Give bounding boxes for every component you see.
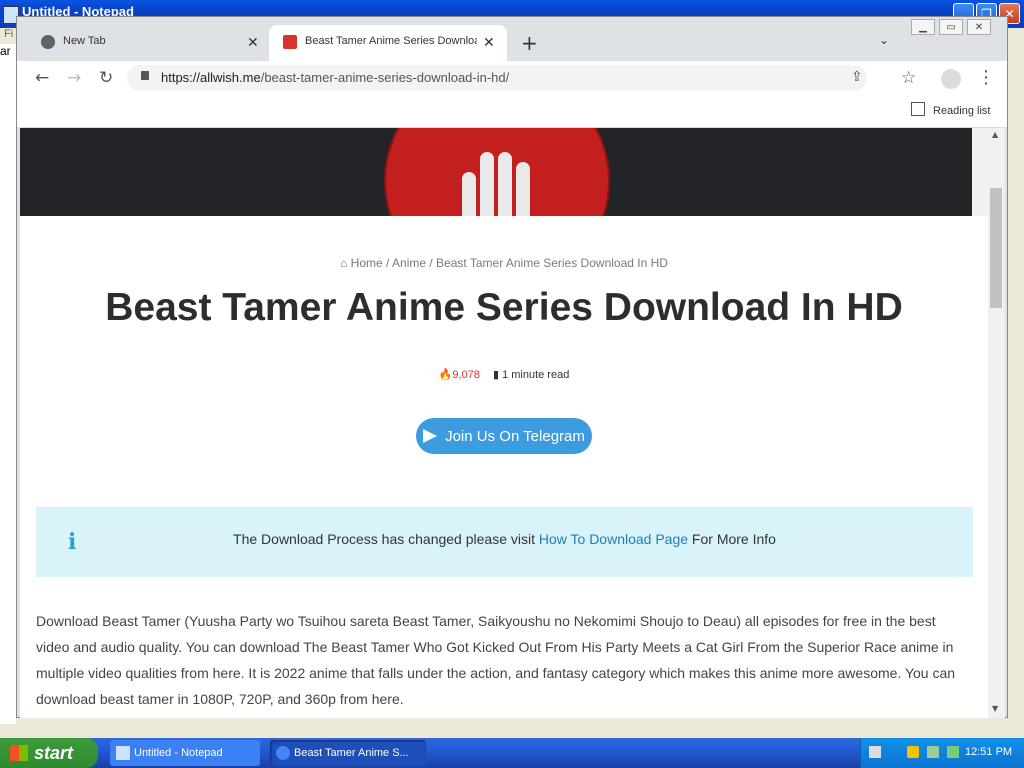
join-telegram-button[interactable]: Join Us On Telegram: [416, 418, 592, 454]
minimize-button[interactable]: ▁: [911, 19, 935, 35]
notepad-text-area[interactable]: ar: [0, 44, 16, 724]
browser-toolbar: ← → ↻ https://allwish.me/beast-tamer-ani…: [17, 61, 1007, 95]
tab-new-tab[interactable]: New Tab ✕: [27, 25, 267, 61]
reload-icon[interactable]: ↻: [99, 68, 113, 88]
bookmark-star-icon[interactable]: ☆: [901, 68, 916, 88]
views-count: 🔥9,078: [438, 369, 480, 381]
close-tab-icon[interactable]: ✕: [483, 34, 495, 51]
new-tab-button[interactable]: +: [521, 31, 538, 55]
browser-window: New Tab ✕ Beast Tamer Anime Series Downl…: [16, 16, 1008, 718]
system-tray: 12:51 PM: [860, 738, 1024, 768]
taskbar: start Untitled - Notepad Beast Tamer Ani…: [0, 738, 1024, 768]
breadcrumb-current: Beast Tamer Anime Series Download In HD: [436, 256, 668, 270]
page-viewport[interactable]: ⌂ Home / Anime / Beast Tamer Anime Serie…: [20, 128, 988, 718]
tab-label: New Tab: [63, 35, 106, 47]
clock[interactable]: 12:51 PM: [965, 746, 1012, 758]
url-text: https://allwish.me/beast-tamer-anime-ser…: [161, 70, 510, 85]
tab-label: Beast Tamer Anime Series Download In HD: [305, 35, 477, 47]
chrome-icon: [276, 746, 290, 760]
windows-logo-icon: [10, 745, 28, 761]
inner-scrollbar[interactable]: [972, 128, 988, 216]
kebab-menu-icon[interactable]: ⋮: [977, 67, 995, 88]
network-icon[interactable]: [927, 746, 939, 758]
scroll-up-arrow-icon[interactable]: ▲: [992, 130, 998, 139]
notepad-icon: [116, 746, 130, 760]
breadcrumb-home[interactable]: Home: [351, 256, 383, 270]
reading-list-button[interactable]: Reading list: [911, 102, 990, 117]
breadcrumb-anime[interactable]: Anime: [392, 256, 426, 270]
address-bar[interactable]: https://allwish.me/beast-tamer-anime-ser…: [127, 65, 867, 91]
start-button[interactable]: start: [0, 738, 98, 768]
lock-icon: [141, 71, 149, 80]
share-icon[interactable]: ⇪: [851, 69, 863, 85]
scrollbar-thumb[interactable]: [990, 188, 1002, 308]
globe-icon: [41, 35, 55, 49]
download-process-notice: i The Download Process has changed pleas…: [36, 507, 973, 577]
taskbar-item-chrome[interactable]: Beast Tamer Anime S...: [270, 740, 426, 766]
tab-strip: New Tab ✕ Beast Tamer Anime Series Downl…: [17, 17, 1007, 61]
keyboard-icon[interactable]: [869, 746, 881, 758]
page-scrollbar[interactable]: ▲ ▼: [988, 128, 1005, 718]
home-icon: ⌂: [340, 256, 351, 270]
tab-search-chevron-icon[interactable]: ⌄: [879, 33, 889, 47]
back-arrow-icon[interactable]: ←: [35, 68, 49, 88]
maximize-button[interactable]: ▭: [939, 19, 963, 35]
logo-hand-icon: [462, 138, 548, 216]
page-title: Beast Tamer Anime Series Download In HD: [105, 286, 903, 329]
close-button[interactable]: ✕: [967, 19, 991, 35]
fire-icon: 🔥: [438, 369, 453, 381]
forward-arrow-icon[interactable]: →: [67, 68, 81, 88]
telegram-plane-icon: [423, 429, 438, 443]
profile-avatar-icon[interactable]: [941, 69, 961, 89]
security-shield-icon[interactable]: [907, 746, 919, 758]
bookmarks-bar: Reading list: [17, 95, 1007, 128]
bookmark-icon: ▮: [492, 369, 503, 381]
close-tab-icon[interactable]: ✕: [247, 34, 259, 51]
safely-remove-icon[interactable]: [947, 746, 959, 758]
scroll-down-arrow-icon[interactable]: ▼: [992, 704, 998, 713]
read-time: ▮ 1 minute read: [492, 369, 570, 381]
taskbar-item-notepad[interactable]: Untitled - Notepad: [110, 740, 260, 766]
site-favicon-icon: [283, 35, 297, 49]
article-paragraph: Download Beast Tamer (Yuusha Party wo Ts…: [36, 613, 956, 707]
breadcrumb: ⌂ Home / Anime / Beast Tamer Anime Serie…: [340, 256, 668, 270]
post-meta: 🔥9,078 ▮ 1 minute read: [20, 368, 988, 381]
reading-list-icon: [911, 102, 925, 116]
site-header-banner: [20, 128, 972, 216]
notice-text: The Download Process has changed please …: [233, 531, 776, 547]
browser-window-controls: ▁ ▭ ✕: [911, 19, 991, 35]
tab-beast-tamer[interactable]: Beast Tamer Anime Series Download In HD …: [269, 25, 507, 61]
how-to-download-link[interactable]: How To Download Page: [539, 531, 688, 547]
